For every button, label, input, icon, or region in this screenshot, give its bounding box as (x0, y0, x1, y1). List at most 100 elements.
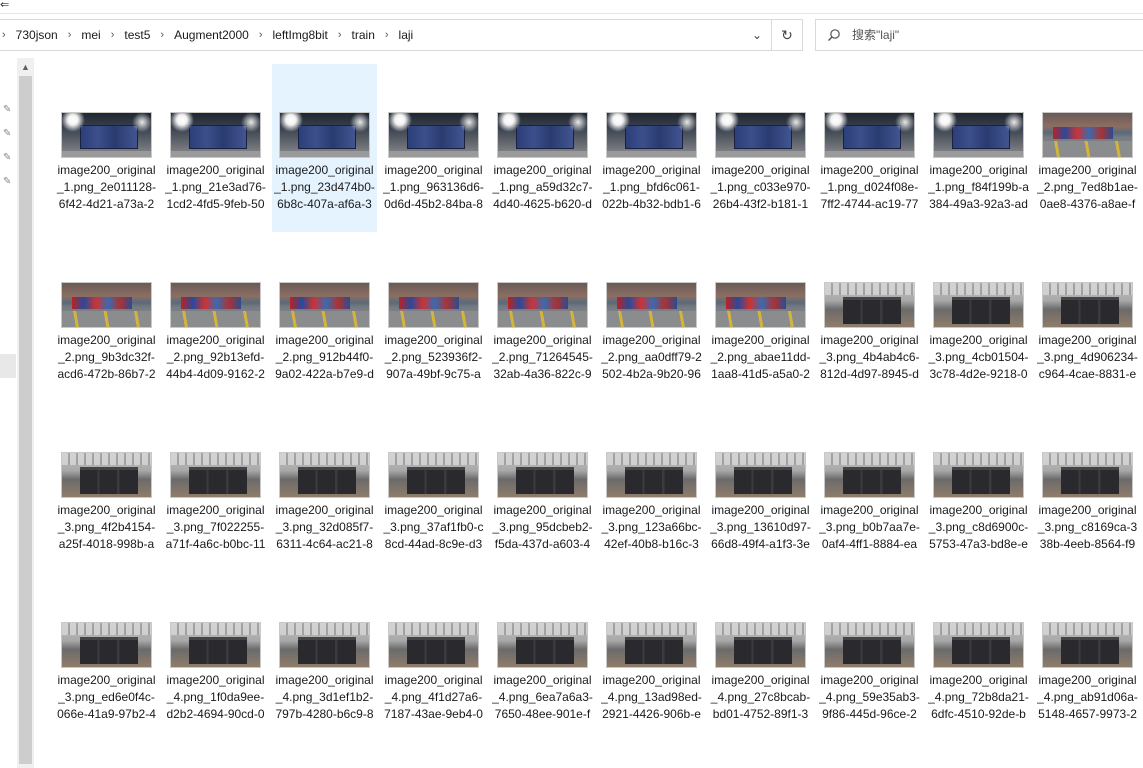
pin-icon[interactable]: ✎ (3, 128, 15, 140)
file-item[interactable]: image200_original_3.png_ed6e0f4c-066e-41… (54, 574, 159, 742)
file-item[interactable]: image200_original_3.png_c8d6900c-5753-47… (926, 404, 1031, 572)
search-box[interactable] (815, 19, 1143, 51)
pin-icon[interactable]: ✎ (3, 104, 15, 116)
breadcrumb-item[interactable]: Augment2000 (171, 28, 252, 42)
search-input[interactable] (852, 28, 1132, 42)
breadcrumb-separator-icon[interactable]: › (0, 29, 13, 41)
file-name: image200_original_4.png_1f0da9ee-d2b2-46… (166, 673, 265, 721)
file-item[interactable]: image200_original_1.png_a59d32c7-4d40-46… (490, 64, 595, 232)
file-item[interactable]: image200_original_1.png_f84f199b-a384-49… (926, 64, 1031, 232)
nav-selected-item[interactable] (0, 354, 16, 378)
file-thumbnail (933, 452, 1024, 498)
file-item[interactable]: image200_original_3.png_b0b7aa7e-0af4-4f… (817, 404, 922, 572)
file-item[interactable]: image200_original_4.png_6ea7a6a3-7650-48… (490, 574, 595, 742)
file-name: image200_original_3.png_4d906234-c964-4c… (1037, 333, 1138, 381)
file-item[interactable]: image200_original_1.png_21e3ad76-1cd2-4f… (163, 64, 268, 232)
file-item[interactable]: image200_original_2.png_523936f2-907a-49… (381, 234, 486, 402)
breadcrumb-item[interactable]: train (349, 28, 378, 42)
breadcrumb-separator-icon[interactable]: › (378, 29, 396, 41)
file-name: image200_original_3.png_c8169ca-338b-4ee… (1037, 503, 1138, 551)
file-thumbnail (1042, 112, 1133, 158)
file-item[interactable]: image200_original_2.png_7ed8b1ae-0ae8-43… (1035, 64, 1140, 232)
file-name: image200_original_4.png_59e35ab3-9f86-44… (819, 673, 920, 721)
address-bar[interactable]: › 730json › mei › test5 › Augment2000 › leftImg8b… (0, 19, 803, 51)
pin-icon[interactable]: ✎ (3, 176, 15, 188)
file-name: image200_original_2.png_aa0dff79-2502-4b… (601, 333, 702, 381)
scrollbar-thumb[interactable] (19, 76, 32, 764)
file-item[interactable]: image200_original_2.png_71264545-32ab-4a… (490, 234, 595, 402)
file-item[interactable]: image200_original_3.png_37af1fb0-c8cd-44… (381, 404, 486, 572)
file-thumbnail (279, 452, 370, 498)
file-thumbnail (606, 112, 697, 158)
file-item[interactable]: image200_original_1.png_23d474b0-6b8c-40… (272, 64, 377, 232)
file-thumbnail (497, 452, 588, 498)
file-item[interactable]: image200_original_4.png_ab91d06a-5148-46… (1035, 574, 1140, 742)
breadcrumb-item[interactable]: laji (396, 28, 417, 42)
file-item[interactable]: image200_original_1.png_d024f08e-7ff2-47… (817, 64, 922, 232)
breadcrumb-separator-icon[interactable]: › (252, 29, 270, 41)
file-thumbnail (715, 622, 806, 668)
file-thumbnail (170, 622, 261, 668)
file-thumbnail (824, 112, 915, 158)
file-item[interactable]: image200_original_4.png_3d1ef1b2-797b-42… (272, 574, 377, 742)
address-dropdown-icon[interactable]: ⌄ (744, 20, 770, 50)
file-name: image200_original_2.png_abae11dd-1aa8-41… (710, 333, 811, 381)
file-item[interactable]: image200_original_1.png_2e011128-6f42-4d… (54, 64, 159, 232)
file-name: image200_original_2.png_523936f2-907a-49… (384, 333, 483, 381)
file-name: image200_original_3.png_123a66bc-42ef-40… (601, 503, 702, 551)
file-item[interactable]: image200_original_2.png_912b44f0-9a02-42… (272, 234, 377, 402)
file-item[interactable]: image200_original_2.png_9b3dc32f-acd6-47… (54, 234, 159, 402)
file-item[interactable]: image200_original_3.png_123a66bc-42ef-40… (599, 404, 704, 572)
file-name: image200_original_3.png_c8d6900c-5753-47… (928, 503, 1029, 551)
file-item[interactable]: image200_original_4.png_59e35ab3-9f86-44… (817, 574, 922, 742)
file-item[interactable]: image200_original_4.png_72b8da21-6dfc-45… (926, 574, 1031, 742)
breadcrumb-item[interactable]: test5 (121, 28, 153, 42)
nav-scrollbar[interactable]: ▲ (17, 58, 34, 768)
file-item[interactable]: image200_original_1.png_c033e970-26b4-43… (708, 64, 813, 232)
file-item[interactable]: image200_original_3.png_4cb01504-3c78-4d… (926, 234, 1031, 402)
file-item[interactable]: image200_original_4.png_27c8bcab-bd01-47… (708, 574, 813, 742)
file-item[interactable]: image200_original_2.png_92b13efd-44b4-4d… (163, 234, 268, 402)
breadcrumb-separator-icon[interactable]: › (104, 29, 122, 41)
file-item[interactable]: image200_original_2.png_aa0dff79-2502-4b… (599, 234, 704, 402)
file-item[interactable]: image200_original_3.png_13610d97-66d8-49… (708, 404, 813, 572)
file-name: image200_original_1.png_bfd6c061-022b-4b… (602, 163, 701, 211)
breadcrumb-separator-icon[interactable]: › (331, 29, 349, 41)
file-item[interactable]: image200_original_3.png_4d906234-c964-4c… (1035, 234, 1140, 402)
file-item[interactable]: image200_original_3.png_95dcbeb2-f5da-43… (490, 404, 595, 572)
file-item[interactable]: image200_original_3.png_c8169ca-338b-4ee… (1035, 404, 1140, 572)
file-thumbnail (933, 622, 1024, 668)
file-item[interactable]: image200_original_1.png_963136d6-0d6d-45… (381, 64, 486, 232)
file-item[interactable]: image200_original_1.png_bfd6c061-022b-4b… (599, 64, 704, 232)
file-thumbnail (1042, 622, 1133, 668)
file-name: image200_original_1.png_21e3ad76-1cd2-4f… (165, 163, 266, 211)
file-item[interactable]: image200_original_4.png_1f0da9ee-d2b2-46… (163, 574, 268, 742)
breadcrumb-item[interactable]: mei (78, 28, 103, 42)
file-item[interactable]: image200_original_3.png_7f022255-a71f-4a… (163, 404, 268, 572)
file-item[interactable]: image200_original_4.png_13ad98ed-2921-44… (599, 574, 704, 742)
file-name: image200_original_3.png_4f2b4154-a25f-40… (57, 503, 156, 551)
file-name: image200_original_3.png_7f022255-a71f-4a… (165, 503, 266, 551)
file-name: image200_original_4.png_72b8da21-6dfc-45… (928, 673, 1029, 721)
file-item[interactable]: image200_original_3.png_4b4ab4c6-812d-4d… (817, 234, 922, 402)
breadcrumb-item[interactable]: leftImg8bit (270, 28, 331, 42)
file-item[interactable]: image200_original_3.png_4f2b4154-a25f-40… (54, 404, 159, 572)
file-thumbnail (1042, 282, 1133, 328)
refresh-icon[interactable]: ↻ (771, 20, 802, 50)
file-item[interactable]: image200_original_4.png_4f1d27a6-7187-43… (381, 574, 486, 742)
file-name: image200_original_1.png_d024f08e-7ff2-47… (820, 163, 919, 211)
file-thumbnail (61, 452, 152, 498)
scroll-up-icon[interactable]: ▲ (17, 58, 34, 75)
file-name: image200_original_3.png_4b4ab4c6-812d-4d… (819, 333, 920, 381)
file-thumbnail (606, 622, 697, 668)
file-item[interactable]: image200_original_2.png_abae11dd-1aa8-41… (708, 234, 813, 402)
breadcrumb-item[interactable]: 730json (13, 28, 61, 42)
file-name: image200_original_3.png_37af1fb0-c8cd-44… (383, 503, 484, 551)
breadcrumb: › 730json › mei › test5 › Augment2000 › leftImg8b… (0, 20, 416, 50)
file-name: image200_original_2.png_9b3dc32f-acd6-47… (57, 333, 156, 381)
pin-icon[interactable]: ✎ (3, 152, 15, 164)
breadcrumb-separator-icon[interactable]: › (61, 29, 79, 41)
breadcrumb-separator-icon[interactable]: › (153, 29, 171, 41)
back-arrow-icon[interactable]: ⇐ (0, 0, 9, 11)
file-item[interactable]: image200_original_3.png_32d085f7-6311-4c… (272, 404, 377, 572)
